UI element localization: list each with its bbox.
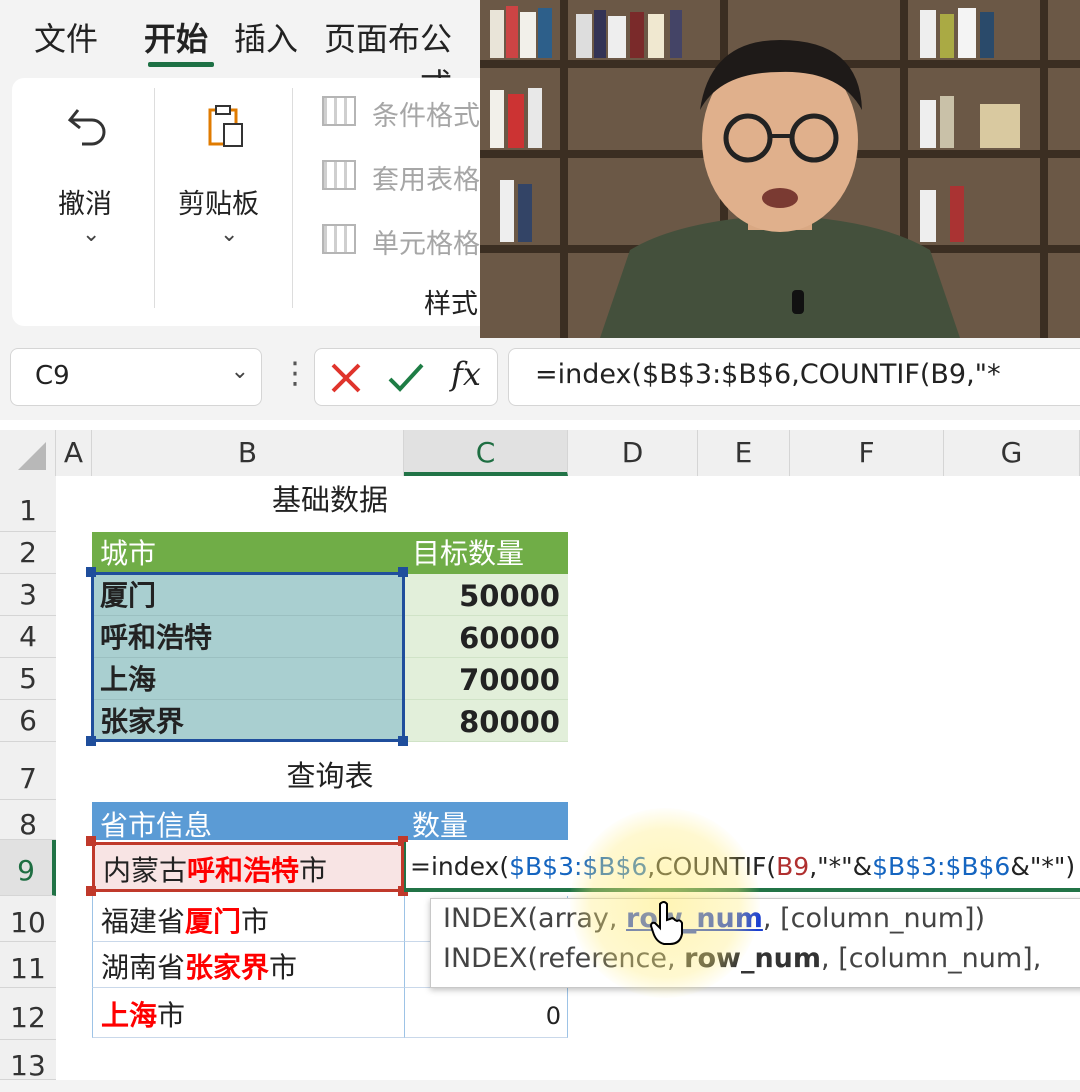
basic-header-city[interactable]: 城市 [92, 532, 404, 574]
formula-input[interactable]: =index($B$3:$B$6,COUNTIF(B9,"* [508, 348, 1080, 406]
format-as-table-button[interactable]: 套用表格 [318, 156, 492, 200]
presenter-video-image [480, 0, 1080, 338]
name-box-value: C9 [35, 361, 70, 391]
row-header-1[interactable]: 1 [0, 476, 56, 532]
formula-bar-text: =index($B$3:$B$6,COUNTIF(B9,"* [535, 359, 1001, 390]
column-header-b[interactable]: B [92, 430, 404, 476]
clipboard-icon [208, 105, 243, 147]
column-header-a[interactable]: A [56, 430, 92, 476]
cell-styles-icon [322, 224, 356, 254]
name-box[interactable]: C9 ⌄ [10, 348, 262, 406]
chevron-down-icon[interactable]: ⌄ [231, 359, 249, 384]
clipboard-button[interactable]: 剪贴板 ⌄ [172, 88, 282, 247]
active-tab-indicator [148, 62, 214, 67]
query-header-info[interactable]: 省市信息 [92, 802, 404, 840]
basic-value-cell[interactable]: 50000 [404, 574, 568, 616]
undo-label: 撤消 [58, 189, 112, 220]
range-handle[interactable] [398, 736, 408, 746]
undo-icon [67, 109, 106, 146]
format-table-icon [322, 160, 356, 190]
row-header-3[interactable]: 3 [0, 574, 56, 616]
row-header-11[interactable]: 11 [0, 942, 56, 988]
basic-value-cell[interactable]: 70000 [404, 658, 568, 700]
select-all-corner[interactable] [0, 430, 56, 476]
query-info-cell[interactable]: 上海市 [92, 988, 404, 1038]
hand-cursor-icon [650, 901, 683, 945]
tab-insert[interactable]: 插入 [234, 14, 298, 60]
ribbon-separator [154, 88, 155, 308]
query-info-cell[interactable]: 湖南省张家界市 [92, 942, 404, 988]
basic-header-target[interactable]: 目标数量 [404, 532, 568, 574]
row-header-9[interactable]: 9 [0, 840, 56, 896]
range-handle[interactable] [86, 886, 96, 896]
formula-buttons: fx [314, 348, 498, 406]
range-handle[interactable] [398, 567, 408, 577]
tab-home[interactable]: 开始 [144, 14, 208, 60]
basic-value-cell[interactable]: 80000 [404, 700, 568, 742]
row-header-7[interactable]: 7 [0, 742, 56, 800]
row-header-13[interactable]: 13 [0, 1040, 56, 1082]
cell-styles-button[interactable]: 单元格格 [318, 220, 492, 264]
column-header-g[interactable]: G [944, 430, 1080, 476]
insert-function-icon[interactable]: fx [451, 355, 481, 393]
select-all-icon [18, 442, 46, 470]
conditional-format-icon [322, 96, 356, 126]
ribbon-tab-bar: 文件 开始 插入 页面布 公式 [0, 0, 480, 104]
column-header-d[interactable]: D [568, 430, 698, 476]
column-header-e[interactable]: E [698, 430, 790, 476]
undo-dropdown-icon[interactable]: ⌄ [82, 222, 100, 247]
column-header-f[interactable]: F [790, 430, 944, 476]
active-cell-c9-editor[interactable]: =index($B$3:$B$6,COUNTIF(B9,"*"&$B$3:$B$… [404, 842, 1080, 892]
tooltip-line-array[interactable]: INDEX(array, row_num, [column_num]) [443, 903, 985, 934]
range-handle[interactable] [86, 567, 96, 577]
formula-bar: C9 ⌄ ⋮ fx =index($B$3:$B$6,COUNTIF(B9,"* [0, 338, 1080, 420]
cancel-icon[interactable] [329, 361, 363, 395]
query-info-cell[interactable]: 福建省厦门市 [92, 896, 404, 942]
conditional-format-button[interactable]: 条件格式 [318, 92, 492, 136]
range-handle[interactable] [86, 736, 96, 746]
query-count-cell[interactable]: 0 [404, 988, 568, 1038]
column-header-c[interactable]: C [404, 430, 568, 476]
tooltip-line-reference[interactable]: INDEX(reference, row_num, [column_num], [443, 943, 1041, 974]
undo-button[interactable]: 撤消 ⌄ [42, 88, 142, 247]
styles-group-label: 样式 [424, 289, 478, 320]
ribbon-separator [292, 88, 293, 308]
query-header-count[interactable]: 数量 [404, 802, 568, 840]
row-header-6[interactable]: 6 [0, 700, 56, 742]
more-options-icon[interactable]: ⋮ [280, 356, 310, 391]
row-header-8[interactable]: 8 [0, 800, 56, 841]
range-reference-highlight [91, 572, 405, 742]
ribbon-panel: 撤消 ⌄ 剪贴板 ⌄ 条件格式 套用表格 单元格格 样式 [12, 78, 492, 326]
webcam-overlay [480, 0, 1080, 338]
row-header-12[interactable]: 12 [0, 988, 56, 1040]
basic-value-cell[interactable]: 60000 [404, 616, 568, 658]
row-header-10[interactable]: 10 [0, 896, 56, 942]
range-handle[interactable] [86, 836, 96, 846]
tab-file[interactable]: 文件 [34, 14, 98, 60]
clipboard-label: 剪贴板 [178, 189, 259, 220]
row-header-4[interactable]: 4 [0, 616, 56, 658]
row-header-5[interactable]: 5 [0, 658, 56, 700]
query-info-cell-b9[interactable]: 内蒙古呼和浩特市 [92, 842, 404, 892]
function-arguments-tooltip[interactable]: INDEX(array, row_num, [column_num]) INDE… [430, 898, 1080, 988]
enter-check-icon[interactable] [387, 361, 425, 395]
basic-table-title: 基础数据 [271, 483, 388, 517]
row-header-2[interactable]: 2 [0, 532, 56, 574]
clipboard-dropdown-icon[interactable]: ⌄ [220, 222, 238, 247]
query-table-title: 查询表 [286, 759, 374, 793]
tab-page-layout[interactable]: 页面布 [324, 14, 420, 60]
